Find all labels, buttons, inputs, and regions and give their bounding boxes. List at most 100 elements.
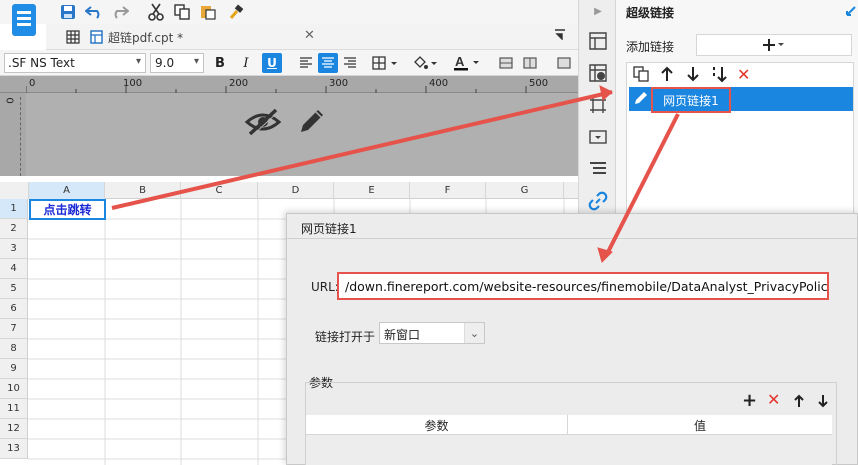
params-column-header: 值 [693,418,706,433]
panel-title: 超级链接 [626,6,675,20]
open-in-select[interactable]: 新窗口 ⌄ [379,322,485,344]
row-header[interactable]: 9 [0,359,28,379]
row-header[interactable]: 8 [0,339,28,359]
document-tab-bar: 超链pdf.cpt * ✕ [46,24,578,50]
cell-element-icon[interactable] [587,62,609,84]
main-toolbar [0,0,578,36]
save-icon[interactable] [58,2,78,22]
format-toolbar: .SF NS Text ▾ 9.0 ▾ B I U A [0,50,578,76]
move-down-icon[interactable] [818,394,828,408]
cell-a1[interactable]: 点击跳转 [29,199,106,220]
collapse-toolbar-icon[interactable] [554,28,566,40]
open-in-label: 链接打开于 [315,330,376,344]
cell-attribute-icon[interactable] [587,30,609,52]
align-center-icon[interactable] [318,53,338,73]
split-cells-icon[interactable] [520,53,540,73]
move-up-icon[interactable] [661,66,673,82]
column-header-row: A B C D E F G [0,182,578,199]
move-down-icon[interactable] [687,66,699,82]
move-up-icon[interactable] [794,394,804,408]
row-header[interactable]: 7 [0,319,28,339]
plus-icon [763,39,784,51]
border-icon[interactable] [370,53,400,73]
select-all-corner[interactable] [0,182,29,199]
paste-icon[interactable] [198,2,218,22]
svg-text:A: A [455,55,465,69]
column-header[interactable]: D [258,182,334,199]
undo-icon[interactable] [84,2,104,22]
row-header[interactable]: 12 [0,419,28,439]
font-family-value: .SF NS Text [8,56,75,70]
column-header[interactable]: C [181,182,258,199]
url-label: URL: [311,280,339,294]
font-size-select[interactable]: 9.0 ▾ [150,53,204,73]
url-input[interactable]: /down.finereport.com/website-resources/f… [337,272,829,300]
row-header[interactable]: 4 [0,259,28,279]
row-header[interactable]: 5 [0,279,28,299]
open-in-value: 新窗口 [384,328,421,342]
sort-icon[interactable] [711,65,729,83]
ruler-vtick: 0 [5,97,17,104]
more-options-icon[interactable] [554,53,574,73]
column-header[interactable]: A [29,182,105,199]
copy-link-icon[interactable] [633,66,649,82]
font-size-value: 9.0 [155,56,175,70]
document-tab-title[interactable]: 超链pdf.cpt * [108,29,183,46]
underline-button[interactable]: U [262,53,282,73]
report-header-area [26,93,578,176]
chevron-down-icon: ▾ [135,56,141,67]
align-left-icon[interactable] [296,53,316,73]
delete-link-icon[interactable]: ✕ [737,65,750,84]
row-header[interactable]: 2 [0,219,28,239]
widget-icon[interactable] [587,94,609,116]
add-link-button[interactable] [696,34,852,56]
link-item-label[interactable]: 网页链接1 [651,87,731,113]
eye-slash-icon[interactable] [244,107,282,137]
row-header[interactable]: 6 [0,299,28,319]
params-column-header: 参数 [306,415,568,435]
format-painter-icon[interactable] [226,2,246,22]
align-right-icon[interactable] [340,53,360,73]
expand-arrow-icon[interactable]: ▶ [589,2,607,20]
pencil-icon[interactable] [296,105,328,137]
redo-icon[interactable] [110,2,130,22]
grid-icon[interactable] [64,27,82,47]
column-header[interactable]: E [334,182,410,199]
chevron-down-icon: ▾ [193,56,199,67]
fill-color-icon[interactable] [410,53,440,73]
pencil-icon [633,90,649,106]
row-header[interactable]: 11 [0,399,28,419]
column-header[interactable]: G [486,182,564,199]
cut-icon[interactable] [146,2,166,22]
dialog-title: 网页链接1 [301,222,357,236]
horizontal-ruler: 0 100 200 300 400 500 [0,76,578,93]
italic-button[interactable]: I [237,53,255,73]
params-table-body [306,436,832,465]
params-table-header: 参数 值 [306,415,832,435]
column-header[interactable]: B [105,182,181,199]
report-file-icon [88,27,104,47]
dialog-divider [287,238,857,239]
copy-icon[interactable] [172,2,192,22]
font-family-select[interactable]: .SF NS Text ▾ [4,53,146,73]
app-logo-icon[interactable] [8,0,40,40]
column-header[interactable]: F [410,182,486,199]
hyperlink-icon[interactable] [587,190,609,212]
row-header[interactable]: 1 [0,199,28,219]
remove-param-icon[interactable]: ✕ [767,392,780,408]
condition-icon[interactable] [587,126,609,148]
row-header[interactable]: 10 [0,379,28,399]
add-param-icon[interactable]: + [742,392,757,410]
close-tab-icon[interactable]: ✕ [304,28,315,43]
vertical-ruler: 0 [0,93,26,176]
list-settings-icon[interactable] [587,158,609,180]
bold-button[interactable]: B [211,53,229,73]
row-header[interactable]: 13 [0,439,28,459]
add-link-label: 添加链接 [626,40,675,54]
ruler-ticks-graphic [26,86,527,93]
panel-edit-icon[interactable] [846,4,856,16]
row-header[interactable]: 3 [0,239,28,259]
font-color-icon[interactable]: A [450,53,482,73]
hyperlink-dialog: 网页链接1 URL: /down.finereport.com/website-… [286,213,858,465]
merge-cells-icon[interactable] [496,53,516,73]
